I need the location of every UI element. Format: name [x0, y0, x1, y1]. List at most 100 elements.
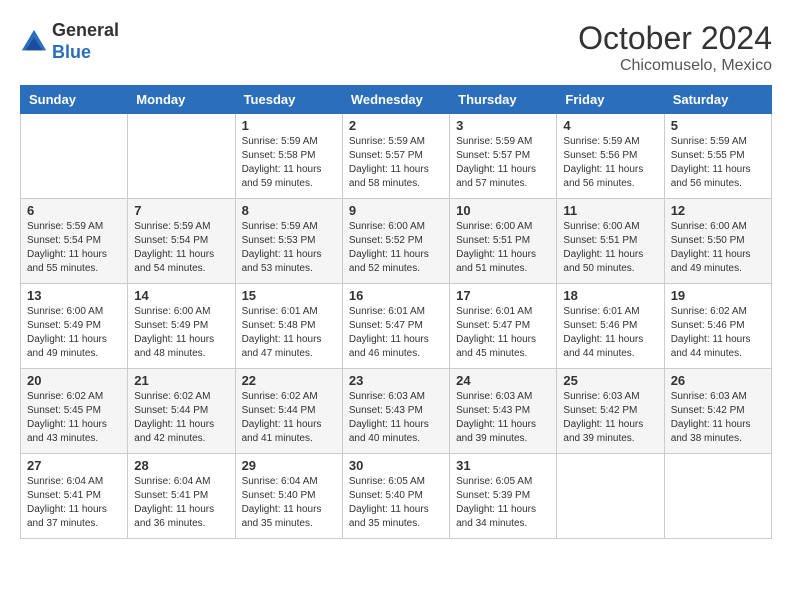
- logo-icon: [20, 28, 48, 56]
- calendar-cell: 10 Sunrise: 6:00 AM Sunset: 5:51 PM Dayli…: [450, 199, 557, 284]
- day-info: Sunrise: 5:59 AM Sunset: 5:58 PM Dayligh…: [242, 135, 336, 191]
- day-info: Sunrise: 5:59 AM Sunset: 5:55 PM Dayligh…: [671, 135, 765, 191]
- day-number: 4: [563, 118, 657, 133]
- calendar-cell: 20 Sunrise: 6:02 AM Sunset: 5:45 PM Dayli…: [21, 369, 128, 454]
- day-number: 7: [134, 203, 228, 218]
- day-info: Sunrise: 6:03 AM Sunset: 5:42 PM Dayligh…: [671, 390, 765, 446]
- day-info: Sunrise: 6:04 AM Sunset: 5:41 PM Dayligh…: [134, 475, 228, 531]
- day-info: Sunrise: 6:05 AM Sunset: 5:39 PM Dayligh…: [456, 475, 550, 531]
- day-number: 16: [349, 288, 443, 303]
- day-number: 11: [563, 203, 657, 218]
- day-info: Sunrise: 6:04 AM Sunset: 5:41 PM Dayligh…: [27, 475, 121, 531]
- day-info: Sunrise: 6:03 AM Sunset: 5:43 PM Dayligh…: [349, 390, 443, 446]
- calendar-cell: 9Sunrise: 6:00 AM Sunset: 5:52 PM Daylig…: [342, 199, 449, 284]
- calendar-cell: 1 Sunrise: 5:59 AM Sunset: 5:58 PM Daylig…: [235, 114, 342, 199]
- calendar-cell: 21 Sunrise: 6:02 AM Sunset: 5:44 PM Dayli…: [128, 369, 235, 454]
- day-number: 22: [242, 373, 336, 388]
- calendar-cell: 23 Sunrise: 6:03 AM Sunset: 5:43 PM Dayli…: [342, 369, 449, 454]
- day-header-tuesday: Tuesday: [235, 86, 342, 114]
- calendar-cell: 24Sunrise: 6:03 AM Sunset: 5:43 PM Dayli…: [450, 369, 557, 454]
- calendar-cell: 12 Sunrise: 6:00 AM Sunset: 5:50 PM Dayli…: [664, 199, 771, 284]
- day-number: 5: [671, 118, 765, 133]
- week-row-3: 13Sunrise: 6:00 AM Sunset: 5:49 PM Dayli…: [21, 284, 772, 369]
- calendar-cell: 3 Sunrise: 5:59 AM Sunset: 5:57 PM Daylig…: [450, 114, 557, 199]
- calendar-cell: 14 Sunrise: 6:00 AM Sunset: 5:49 PM Dayli…: [128, 284, 235, 369]
- day-info: Sunrise: 6:00 AM Sunset: 5:52 PM Dayligh…: [349, 220, 443, 276]
- calendar-cell: 13Sunrise: 6:00 AM Sunset: 5:49 PM Dayli…: [21, 284, 128, 369]
- day-info: Sunrise: 6:02 AM Sunset: 5:46 PM Dayligh…: [671, 305, 765, 361]
- calendar-cell: [664, 454, 771, 539]
- day-number: 23: [349, 373, 443, 388]
- calendar-cell: 5 Sunrise: 5:59 AM Sunset: 5:55 PM Daylig…: [664, 114, 771, 199]
- day-info: Sunrise: 6:00 AM Sunset: 5:50 PM Dayligh…: [671, 220, 765, 276]
- day-info: Sunrise: 6:04 AM Sunset: 5:40 PM Dayligh…: [242, 475, 336, 531]
- day-info: Sunrise: 6:05 AM Sunset: 5:40 PM Dayligh…: [349, 475, 443, 531]
- day-number: 3: [456, 118, 550, 133]
- day-info: Sunrise: 5:59 AM Sunset: 5:54 PM Dayligh…: [27, 220, 121, 276]
- logo-text: General Blue: [52, 20, 119, 63]
- location-subtitle: Chicomuselo, Mexico: [578, 57, 772, 75]
- day-info: Sunrise: 6:02 AM Sunset: 5:44 PM Dayligh…: [242, 390, 336, 446]
- day-info: Sunrise: 5:59 AM Sunset: 5:56 PM Dayligh…: [563, 135, 657, 191]
- week-row-4: 20 Sunrise: 6:02 AM Sunset: 5:45 PM Dayli…: [21, 369, 772, 454]
- page-header: General Blue October 2024 Chicomuselo, M…: [20, 20, 772, 75]
- day-info: Sunrise: 5:59 AM Sunset: 5:54 PM Dayligh…: [134, 220, 228, 276]
- day-number: 15: [242, 288, 336, 303]
- calendar-cell: 30 Sunrise: 6:05 AM Sunset: 5:40 PM Dayli…: [342, 454, 449, 539]
- day-number: 2: [349, 118, 443, 133]
- day-number: 25: [563, 373, 657, 388]
- day-info: Sunrise: 5:59 AM Sunset: 5:57 PM Dayligh…: [349, 135, 443, 191]
- day-header-saturday: Saturday: [664, 86, 771, 114]
- calendar-cell: 15 Sunrise: 6:01 AM Sunset: 5:48 PM Dayli…: [235, 284, 342, 369]
- day-number: 12: [671, 203, 765, 218]
- day-number: 8: [242, 203, 336, 218]
- calendar-cell: 17Sunrise: 6:01 AM Sunset: 5:47 PM Dayli…: [450, 284, 557, 369]
- day-header-monday: Monday: [128, 86, 235, 114]
- calendar-cell: [128, 114, 235, 199]
- day-number: 26: [671, 373, 765, 388]
- day-number: 14: [134, 288, 228, 303]
- day-number: 27: [27, 458, 121, 473]
- day-info: Sunrise: 6:03 AM Sunset: 5:42 PM Dayligh…: [563, 390, 657, 446]
- day-header-friday: Friday: [557, 86, 664, 114]
- day-header-sunday: Sunday: [21, 86, 128, 114]
- day-info: Sunrise: 6:01 AM Sunset: 5:46 PM Dayligh…: [563, 305, 657, 361]
- week-row-2: 6 Sunrise: 5:59 AM Sunset: 5:54 PM Daylig…: [21, 199, 772, 284]
- day-info: Sunrise: 6:02 AM Sunset: 5:44 PM Dayligh…: [134, 390, 228, 446]
- day-number: 31: [456, 458, 550, 473]
- day-number: 18: [563, 288, 657, 303]
- day-info: Sunrise: 6:00 AM Sunset: 5:49 PM Dayligh…: [134, 305, 228, 361]
- day-info: Sunrise: 6:02 AM Sunset: 5:45 PM Dayligh…: [27, 390, 121, 446]
- calendar-cell: 8 Sunrise: 5:59 AM Sunset: 5:53 PM Daylig…: [235, 199, 342, 284]
- day-number: 19: [671, 288, 765, 303]
- calendar-cell: 11Sunrise: 6:00 AM Sunset: 5:51 PM Dayli…: [557, 199, 664, 284]
- calendar-cell: 7 Sunrise: 5:59 AM Sunset: 5:54 PM Daylig…: [128, 199, 235, 284]
- calendar-cell: 26 Sunrise: 6:03 AM Sunset: 5:42 PM Dayli…: [664, 369, 771, 454]
- day-info: Sunrise: 6:03 AM Sunset: 5:43 PM Dayligh…: [456, 390, 550, 446]
- day-number: 30: [349, 458, 443, 473]
- day-number: 21: [134, 373, 228, 388]
- day-number: 17: [456, 288, 550, 303]
- logo: General Blue: [20, 20, 119, 63]
- calendar-cell: 25 Sunrise: 6:03 AM Sunset: 5:42 PM Dayli…: [557, 369, 664, 454]
- calendar-cell: 27 Sunrise: 6:04 AM Sunset: 5:41 PM Dayli…: [21, 454, 128, 539]
- day-number: 29: [242, 458, 336, 473]
- week-row-1: 1 Sunrise: 5:59 AM Sunset: 5:58 PM Daylig…: [21, 114, 772, 199]
- header-row: SundayMondayTuesdayWednesdayThursdayFrid…: [21, 86, 772, 114]
- day-info: Sunrise: 5:59 AM Sunset: 5:57 PM Dayligh…: [456, 135, 550, 191]
- day-info: Sunrise: 6:01 AM Sunset: 5:47 PM Dayligh…: [349, 305, 443, 361]
- day-number: 10: [456, 203, 550, 218]
- calendar-cell: 31 Sunrise: 6:05 AM Sunset: 5:39 PM Dayli…: [450, 454, 557, 539]
- calendar-cell: [21, 114, 128, 199]
- calendar-cell: 22 Sunrise: 6:02 AM Sunset: 5:44 PM Dayli…: [235, 369, 342, 454]
- day-number: 20: [27, 373, 121, 388]
- day-number: 6: [27, 203, 121, 218]
- day-number: 28: [134, 458, 228, 473]
- calendar-cell: 6 Sunrise: 5:59 AM Sunset: 5:54 PM Daylig…: [21, 199, 128, 284]
- day-header-thursday: Thursday: [450, 86, 557, 114]
- day-info: Sunrise: 5:59 AM Sunset: 5:53 PM Dayligh…: [242, 220, 336, 276]
- day-info: Sunrise: 6:00 AM Sunset: 5:51 PM Dayligh…: [456, 220, 550, 276]
- day-info: Sunrise: 6:01 AM Sunset: 5:48 PM Dayligh…: [242, 305, 336, 361]
- logo-general: General: [52, 20, 119, 40]
- day-number: 1: [242, 118, 336, 133]
